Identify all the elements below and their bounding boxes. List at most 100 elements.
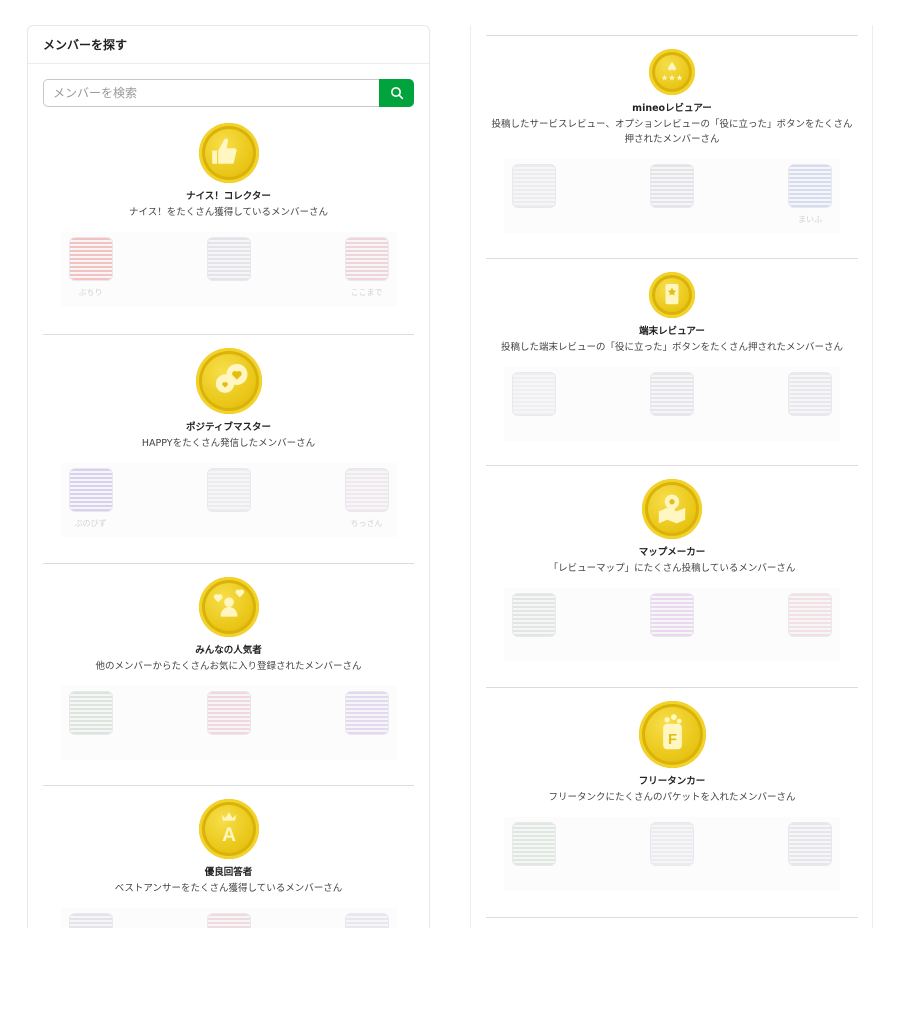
avatar[interactable] bbox=[788, 593, 832, 637]
badge-name[interactable]: mineoレビュアー bbox=[486, 103, 858, 115]
member-name[interactable]: ぷのびず bbox=[61, 518, 121, 528]
badge-name[interactable]: フリータンカー bbox=[486, 776, 858, 788]
hearts-medal[interactable] bbox=[195, 348, 262, 414]
section-divider bbox=[486, 917, 858, 918]
review-stars-medal[interactable]: ★★★ bbox=[649, 49, 695, 95]
avatar[interactable] bbox=[206, 691, 251, 735]
member-name[interactable]: ぶちり bbox=[61, 287, 121, 297]
avatar[interactable] bbox=[344, 691, 389, 735]
tank-f-medal[interactable]: F bbox=[638, 701, 706, 768]
member-item[interactable]: まいふ bbox=[780, 159, 840, 233]
phone-star-medal[interactable] bbox=[649, 272, 695, 318]
avatar[interactable] bbox=[344, 237, 389, 281]
avatar[interactable] bbox=[650, 372, 694, 416]
badge-name[interactable]: ナイス！コレクター bbox=[43, 191, 414, 203]
search-input[interactable] bbox=[43, 79, 379, 107]
member-item[interactable] bbox=[642, 588, 702, 662]
avatar[interactable] bbox=[650, 822, 694, 866]
member-name[interactable]: ちっさん bbox=[337, 518, 397, 528]
badge-section: ★★★ mineoレビュアー 投稿したサービスレビュー、オプションレビューの「役に立… bbox=[486, 49, 858, 233]
badge-name[interactable]: 優良回答者 bbox=[43, 867, 414, 879]
member-name[interactable] bbox=[780, 422, 840, 432]
avatar[interactable] bbox=[206, 468, 251, 512]
member-list bbox=[504, 588, 840, 662]
avatar[interactable] bbox=[206, 237, 251, 281]
member-item[interactable] bbox=[780, 367, 840, 441]
avatar[interactable] bbox=[512, 372, 556, 416]
section-divider bbox=[486, 35, 858, 36]
badge-column-right: ★★★ mineoレビュアー 投稿したサービスレビュー、オプションレビューの「役に立… bbox=[470, 25, 873, 928]
map-pin-medal[interactable] bbox=[642, 479, 702, 539]
avatar[interactable] bbox=[512, 822, 556, 866]
badge-name[interactable]: みんなの人気者 bbox=[43, 645, 414, 657]
badge-section: 端末レビュアー 投稿した端末レビューの「役に立った」ボタンをたくさん押されたメンバ… bbox=[486, 272, 858, 441]
member-item[interactable] bbox=[504, 367, 564, 441]
member-item[interactable] bbox=[780, 817, 840, 891]
avatar[interactable] bbox=[344, 468, 389, 512]
crown-a-medal[interactable]: A bbox=[198, 799, 259, 859]
avatar[interactable] bbox=[206, 913, 251, 928]
member-item[interactable] bbox=[642, 817, 702, 891]
thumbs-up-medal[interactable] bbox=[198, 123, 259, 183]
member-name[interactable] bbox=[642, 214, 702, 224]
avatar[interactable] bbox=[344, 913, 389, 928]
member-item[interactable] bbox=[337, 686, 397, 760]
member-name[interactable] bbox=[642, 643, 702, 653]
member-name[interactable] bbox=[199, 287, 259, 297]
member-name[interactable] bbox=[642, 422, 702, 432]
member-name[interactable] bbox=[780, 643, 840, 653]
people-hearts-icon bbox=[213, 589, 244, 617]
avatar[interactable] bbox=[788, 822, 832, 866]
badge-name[interactable]: マップメーカー bbox=[486, 547, 858, 559]
member-item[interactable] bbox=[504, 817, 564, 891]
avatar[interactable] bbox=[512, 164, 556, 208]
search-bar bbox=[43, 79, 414, 107]
member-name[interactable] bbox=[780, 872, 840, 882]
badge-section: ナイス！コレクター ナイス！をたくさん獲得しているメンバーさん ぶちり ここまで bbox=[43, 123, 414, 306]
avatar[interactable] bbox=[68, 913, 113, 928]
member-name[interactable]: まいふ bbox=[780, 214, 840, 224]
avatar[interactable] bbox=[68, 691, 113, 735]
member-item[interactable] bbox=[199, 908, 259, 928]
member-name[interactable] bbox=[504, 422, 564, 432]
member-name[interactable] bbox=[199, 741, 259, 751]
avatar[interactable] bbox=[68, 237, 113, 281]
people-hearts-medal[interactable] bbox=[198, 577, 259, 637]
member-name[interactable] bbox=[199, 518, 259, 528]
member-item[interactable] bbox=[642, 367, 702, 441]
member-item[interactable] bbox=[642, 159, 702, 233]
badge-name[interactable]: 端末レビュアー bbox=[486, 326, 858, 338]
section-divider bbox=[43, 563, 414, 564]
avatar[interactable] bbox=[68, 468, 113, 512]
avatar[interactable] bbox=[650, 593, 694, 637]
member-item[interactable]: ぷのびず bbox=[61, 463, 121, 537]
badge-name[interactable]: ポジティブマスター bbox=[43, 422, 414, 434]
member-name[interactable] bbox=[642, 872, 702, 882]
member-name[interactable]: ここまで bbox=[337, 287, 397, 297]
avatar[interactable] bbox=[650, 164, 694, 208]
member-item[interactable] bbox=[199, 463, 259, 537]
search-button[interactable] bbox=[379, 79, 414, 107]
member-item[interactable] bbox=[337, 908, 397, 928]
avatar[interactable] bbox=[788, 372, 832, 416]
member-item[interactable] bbox=[504, 588, 564, 662]
avatar[interactable] bbox=[512, 593, 556, 637]
member-item[interactable]: ぶちり bbox=[61, 232, 121, 306]
member-name[interactable] bbox=[61, 741, 121, 751]
member-item[interactable]: ちっさん bbox=[337, 463, 397, 537]
member-name[interactable] bbox=[337, 741, 397, 751]
member-item[interactable] bbox=[780, 588, 840, 662]
member-name[interactable] bbox=[504, 872, 564, 882]
member-item[interactable]: ここまで bbox=[337, 232, 397, 306]
member-name[interactable] bbox=[504, 214, 564, 224]
member-item[interactable] bbox=[61, 686, 121, 760]
member-item[interactable] bbox=[199, 232, 259, 306]
panel-title: メンバーを探す bbox=[28, 26, 429, 64]
badge-section: みんなの人気者 他のメンバーからたくさんお気に入り登録されたメンバーさん bbox=[43, 577, 414, 760]
member-name[interactable] bbox=[504, 643, 564, 653]
member-item[interactable] bbox=[61, 908, 121, 928]
member-list: まいふ bbox=[504, 159, 840, 233]
member-item[interactable] bbox=[199, 686, 259, 760]
member-item[interactable] bbox=[504, 159, 564, 233]
avatar[interactable] bbox=[788, 164, 832, 208]
